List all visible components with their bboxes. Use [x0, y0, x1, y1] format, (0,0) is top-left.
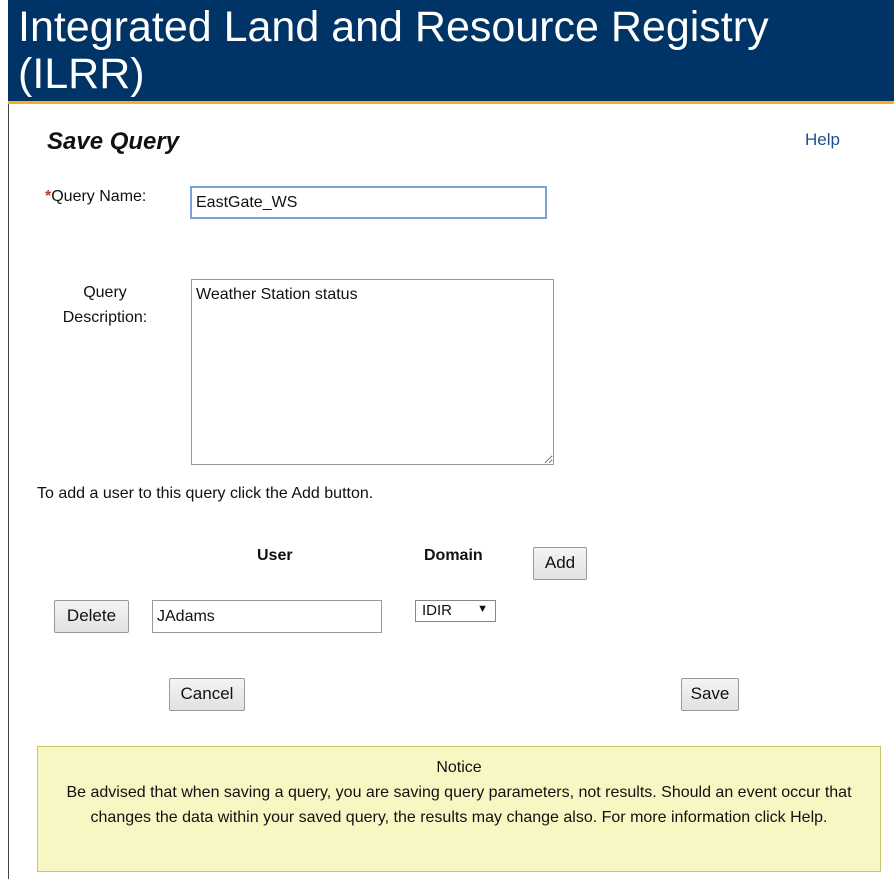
add-user-button[interactable]: Add — [533, 547, 587, 580]
delete-user-button[interactable]: Delete — [54, 600, 129, 633]
notice-title: Notice — [436, 759, 482, 776]
user-column-header: User — [257, 547, 293, 564]
query-description-label-line2: Description: — [62, 309, 148, 326]
notice-box: Notice Be advised that when saving a que… — [37, 746, 881, 872]
query-name-label: *Query Name: — [45, 188, 146, 206]
query-name-input[interactable] — [190, 186, 547, 219]
app-header-banner: Integrated Land and Resource Registry (I… — [8, 0, 894, 104]
cancel-button[interactable]: Cancel — [169, 678, 245, 711]
save-query-panel: Save Query Help *Query Name: Query Descr… — [8, 104, 894, 879]
query-name-label-text: Query Name: — [51, 188, 147, 205]
notice-body: Be advised that when saving a query, you… — [66, 784, 852, 826]
save-button[interactable]: Save — [681, 678, 739, 711]
domain-select[interactable]: IDIR ▼ — [415, 600, 496, 622]
add-user-hint: To add a user to this query click the Ad… — [37, 485, 374, 502]
page-title: Save Query — [47, 128, 180, 155]
user-input[interactable] — [152, 600, 382, 633]
domain-select-value: IDIR — [422, 602, 452, 619]
app-title: Integrated Land and Resource Registry (I… — [18, 3, 769, 98]
query-description-textarea[interactable]: Weather Station status — [191, 279, 554, 465]
dropdown-arrow-icon: ▼ — [477, 603, 488, 615]
domain-column-header: Domain — [424, 547, 483, 564]
help-link[interactable]: Help — [805, 130, 840, 150]
query-description-label: Query Description: — [45, 280, 165, 330]
query-description-label-line1: Query — [83, 284, 127, 301]
